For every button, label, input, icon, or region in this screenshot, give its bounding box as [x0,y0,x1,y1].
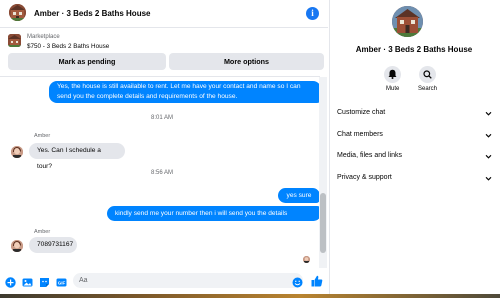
desktop-strip [0,294,500,298]
section-label: Privacy & support [337,174,392,181]
listing-price-title[interactable]: $750 - 3 Beds 2 Baths House [27,43,109,50]
section-label: Customize chat [337,109,386,116]
sender-avatar[interactable] [11,146,23,158]
message-timestamp: 8:01 AM [151,115,174,121]
chevron-down-icon [485,132,492,139]
gif-icon[interactable]: GIF [56,277,67,288]
message-bubble-incoming[interactable]: 7089731167 [29,237,77,253]
marketplace-label: Marketplace [27,34,60,40]
search-label: Search [418,86,438,92]
more-options-button[interactable]: More options [169,53,324,70]
sender-name: Amber [34,229,51,235]
section-chat-members[interactable]: Chat members [337,131,492,143]
photo-icon[interactable] [22,277,33,288]
conversation-title[interactable]: Amber · 3 Beds 2 Baths House [34,9,150,18]
emoji-icon[interactable] [292,277,303,288]
mark-as-pending-button[interactable]: Mark as pending [8,53,166,70]
thumbs-up-icon[interactable] [311,275,323,287]
sticker-icon[interactable] [39,277,50,288]
chevron-down-icon [485,110,492,117]
message-bubble-incoming[interactable]: Yes. Can I schedule a tour? [29,143,125,170]
search-button[interactable] [419,66,436,83]
message-bubble-outgoing[interactable]: kindly send me your number then i will s… [107,206,321,221]
scrollbar-thumb[interactable] [320,193,326,253]
section-privacy-support[interactable]: Privacy & support [337,174,492,186]
plus-circle-icon[interactable] [5,277,16,288]
sender-avatar[interactable] [11,240,23,252]
section-label: Chat members [337,131,383,138]
message-input[interactable] [73,273,303,288]
mute-label: Mute [386,86,400,92]
info-icon[interactable]: i [306,7,319,20]
search-icon [423,70,432,81]
message-bubble-outgoing[interactable]: yes sure [278,188,320,203]
section-label: Media, files and links [337,152,402,159]
bell-icon [388,69,397,81]
seen-receipt-avatar [303,256,310,263]
mute-button[interactable] [384,66,401,83]
chevron-down-icon [485,153,492,160]
message-bubble-outgoing[interactable]: Yes, the house is still available to ren… [49,81,321,103]
conversation-header: Amber · 3 Beds 2 Baths House i [0,0,328,28]
listing-thumbnail-small[interactable] [8,34,21,47]
chat-pane: Amber · 3 Beds 2 Baths House i Marketpla… [0,0,328,298]
chevron-down-icon [485,175,492,182]
listing-thumbnail[interactable] [9,4,26,21]
section-customize-chat[interactable]: Customize chat [337,109,492,121]
sender-name: Amber [34,133,51,139]
svg-text:GIF: GIF [58,281,66,286]
message-timestamp: 8:56 AM [151,170,174,176]
listing-photo[interactable] [392,6,423,37]
section-media-files-links[interactable]: Media, files and links [337,152,492,164]
info-panel-title: Amber · 3 Beds 2 Baths House [355,45,473,54]
